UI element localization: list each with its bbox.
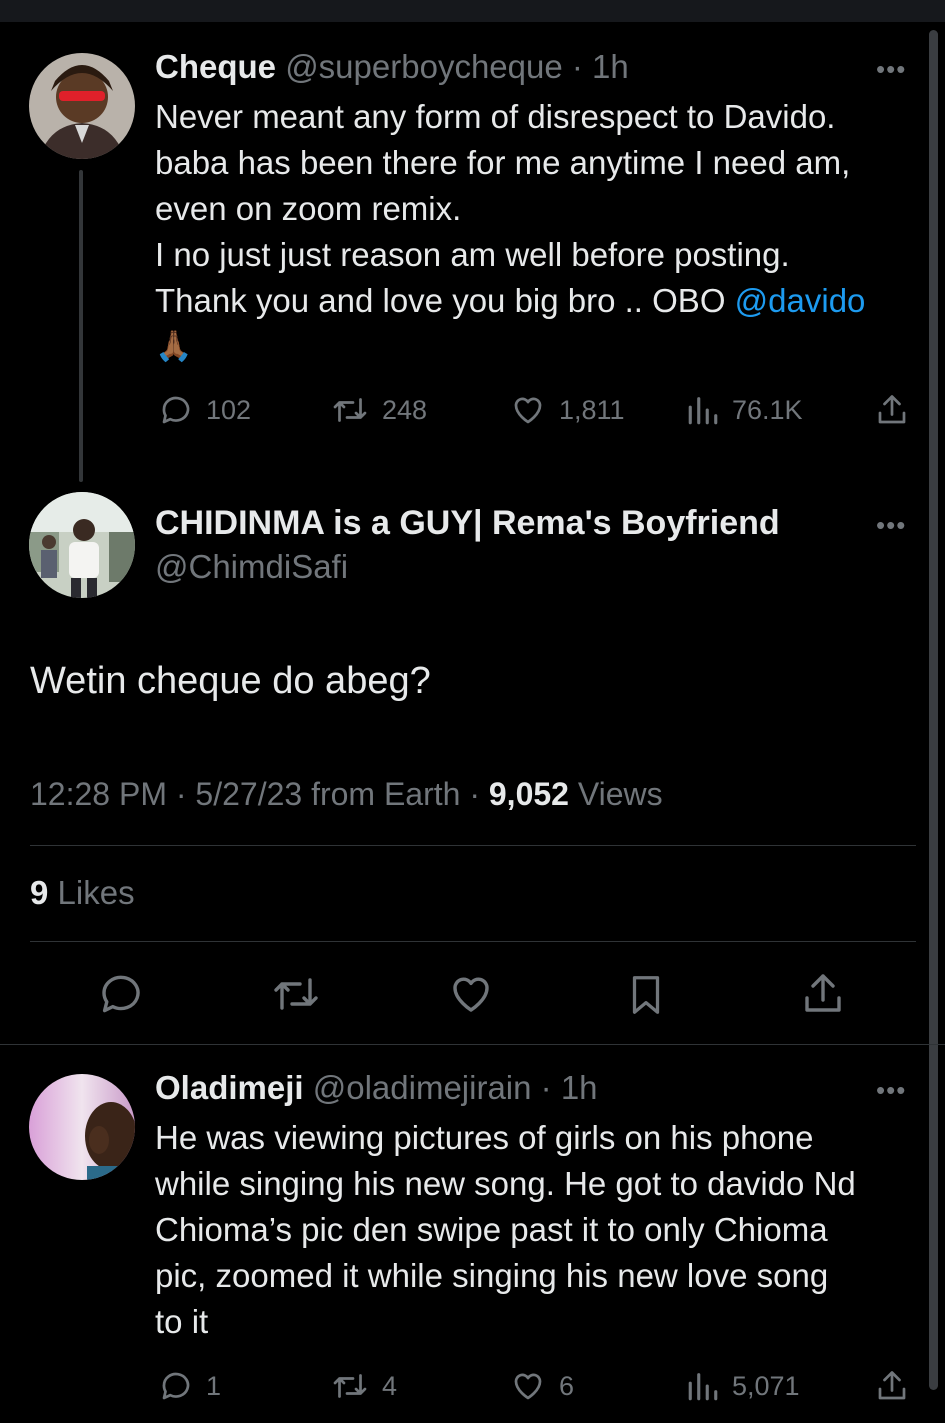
share-icon (878, 395, 906, 424)
tweet3-line: He was viewing pictures of girls on his … (155, 1119, 814, 1156)
main-views-label: Views (568, 776, 663, 812)
tweet1-retweet-count: 248 (382, 394, 428, 425)
main-author-handle[interactable]: @ChimdiSafi (155, 548, 348, 586)
tweet3-like-count: 6 (559, 1370, 575, 1401)
divider (30, 941, 916, 942)
divider (0, 1044, 945, 1045)
main-like-button[interactable] (446, 970, 496, 1023)
share-icon (878, 1371, 906, 1400)
tweet3-time[interactable]: · 1h (541, 1069, 598, 1106)
main-timestamp: 12:28 PM · 5/27/23 from Earth · 9,052 Vi… (30, 776, 663, 813)
tweet3-text: He was viewing pictures of girls on his … (155, 1115, 856, 1345)
tweet1-author-handle[interactable]: @superboycheque (285, 48, 563, 85)
tweet1-text: Never meant any form of disrespect to Da… (155, 94, 865, 370)
like-icon (514, 397, 542, 424)
tweet1-line: I no just just reason am well before pos… (155, 236, 790, 273)
tweet1-line: Thank you and love you big bro .. OBO @d… (155, 278, 865, 324)
main-share-button[interactable] (799, 970, 847, 1023)
tweet1-like-count: 1,811 (559, 394, 625, 425)
retweet-icon (274, 978, 318, 1010)
tweet3-line: pic, zoomed it while singing his new lov… (155, 1257, 829, 1294)
pray-emoji: 🙏🏾 (155, 330, 193, 363)
retweet-icon (333, 1374, 367, 1398)
tweet1-views-count: 76.1K (732, 394, 803, 425)
tweet1-line5-text: Thank you and love you big bro .. OBO (155, 282, 735, 319)
tweet3-reply-count: 1 (206, 1370, 222, 1401)
tweet1-views-button[interactable]: 76.1K (686, 392, 803, 428)
views-icon (688, 1373, 718, 1401)
main-more-icon[interactable]: ••• (876, 510, 906, 541)
bookmark-icon (632, 976, 660, 1014)
divider (30, 845, 916, 846)
tweet3-share-button[interactable] (874, 1368, 910, 1404)
tweet1-like-button[interactable]: 1,811 (509, 392, 625, 428)
tweet1-line: even on zoom remix. (155, 190, 462, 227)
top-bar (0, 0, 945, 22)
tweet1-author-name[interactable]: Cheque (155, 48, 276, 85)
main-timestamp-text[interactable]: 12:28 PM · 5/27/23 from Earth · (30, 776, 489, 812)
tweet1-reply-count: 102 (206, 394, 252, 425)
main-likes[interactable]: 9 Likes (30, 874, 135, 912)
main-views-count: 9,052 (488, 776, 569, 812)
main-reply-button[interactable] (97, 970, 145, 1023)
tweet3-views-button[interactable]: 5,071 (686, 1368, 800, 1404)
main-likes-label: Likes (48, 874, 135, 911)
tweet3-retweet-button[interactable]: 4 (330, 1368, 397, 1404)
tweet3-line: while singing his new song. He got to da… (155, 1165, 856, 1202)
tweet1-meta: Cheque @superboycheque · 1h (155, 48, 629, 86)
reply-icon (162, 1372, 190, 1400)
tweet1-more-icon[interactable]: ••• (876, 54, 906, 85)
main-tweet-text: Wetin cheque do abeg? (30, 660, 431, 702)
tweet3-author-handle[interactable]: @oladimejirain (313, 1069, 532, 1106)
tweet3-more-icon[interactable]: ••• (876, 1075, 906, 1106)
tweet3-views-count: 5,071 (732, 1370, 800, 1401)
tweet1-line: baba has been there for me anytime I nee… (155, 144, 851, 181)
tweet1-time[interactable]: · 1h (572, 48, 629, 85)
avatar-chimdisafi[interactable] (29, 492, 135, 598)
tweet1-line: Never meant any form of disrespect to Da… (155, 98, 836, 135)
tweet3-reply-button[interactable]: 1 (158, 1368, 221, 1404)
tweet3-line: Chioma’s pic den swipe past it to only C… (155, 1211, 828, 1248)
retweet-icon (333, 398, 367, 422)
tweet1-share-button[interactable] (874, 392, 910, 428)
mention-davido[interactable]: @davido (735, 282, 866, 319)
thread-line (79, 170, 83, 482)
tweet3-author-name[interactable]: Oladimeji (155, 1069, 304, 1106)
reply-icon (102, 975, 140, 1013)
tweet3-meta: Oladimeji @oladimejirain · 1h (155, 1069, 598, 1107)
scrollbar[interactable] (929, 30, 938, 1390)
views-icon (688, 397, 718, 425)
main-author-name[interactable]: CHIDINMA is a GUY| Rema's Boyfriend (155, 504, 780, 543)
avatar-oladimeji[interactable] (29, 1074, 135, 1180)
like-icon (453, 977, 489, 1012)
tweet3-line: to it (155, 1303, 209, 1340)
main-likes-count: 9 (30, 874, 49, 911)
reply-icon (162, 396, 190, 424)
avatar-cheque[interactable] (29, 53, 135, 159)
tweet3-like-button[interactable]: 6 (509, 1368, 574, 1404)
tweet1-reply-button[interactable]: 102 (158, 392, 251, 428)
main-bookmark-button[interactable] (623, 970, 669, 1025)
share-icon (805, 974, 841, 1012)
main-retweet-button[interactable] (270, 970, 322, 1023)
tweet3-retweet-count: 4 (382, 1370, 398, 1401)
like-icon (514, 1373, 542, 1400)
tweet1-retweet-button[interactable]: 248 (330, 392, 427, 428)
